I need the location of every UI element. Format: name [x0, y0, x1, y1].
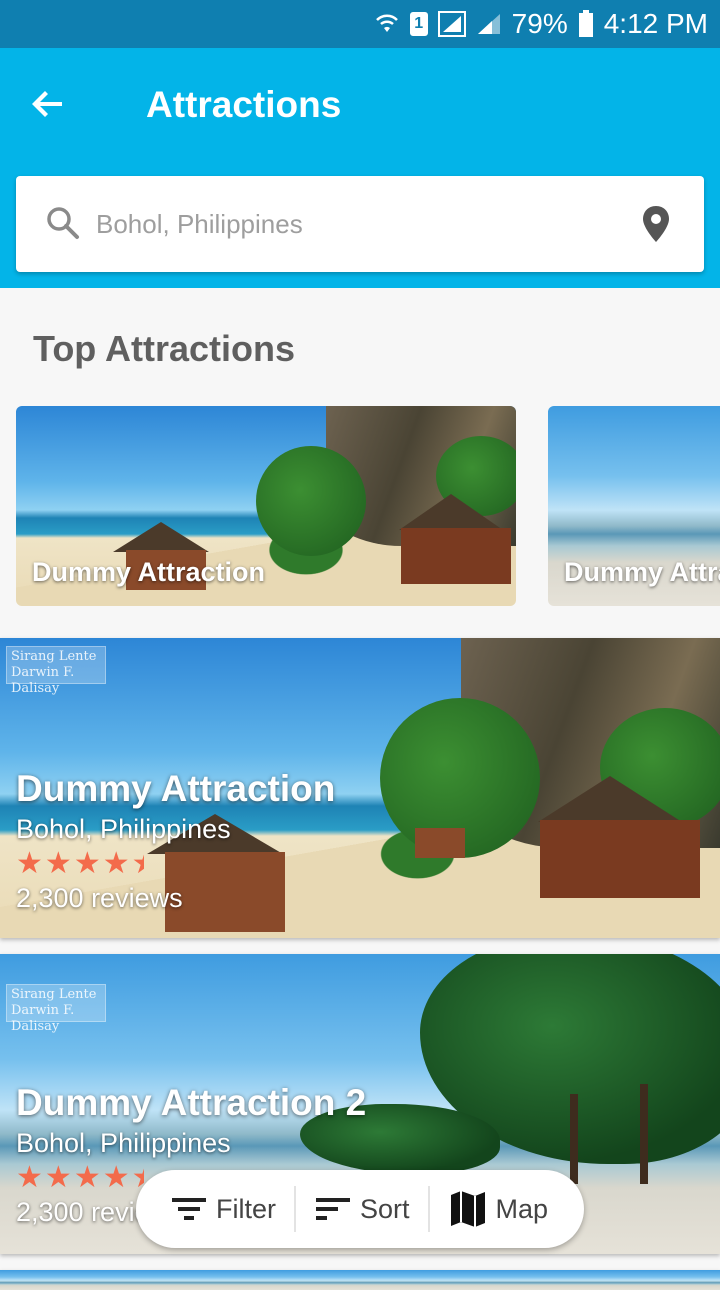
watermark: Sirang Lente Darwin F. Dalisay	[6, 646, 106, 696]
filter-button[interactable]: Filter	[172, 1184, 276, 1234]
hut	[540, 820, 700, 898]
filter-icon	[172, 1198, 206, 1220]
signal-icon	[437, 11, 466, 37]
tree-trunk	[640, 1084, 648, 1184]
clock: 4:12 PM	[603, 8, 708, 39]
back-button[interactable]	[26, 82, 70, 126]
map-label: Map	[495, 1193, 549, 1224]
sim-icon: 1	[409, 12, 428, 36]
star-icon: ★	[16, 847, 45, 880]
search-input[interactable]	[96, 202, 616, 246]
battery-icon	[578, 10, 594, 38]
top-attraction-label: Dummy Attraction	[32, 557, 266, 587]
map-icon	[450, 1191, 485, 1227]
top-attraction-label: Dummy Attraction	[564, 557, 720, 587]
card-title: Dummy Attraction 2	[16, 1082, 367, 1123]
half-star-icon: ★	[132, 847, 144, 881]
star-icon: ★	[44, 847, 74, 880]
watermark: Sirang Lente Darwin F. Dalisay	[6, 984, 106, 1034]
card-info: Dummy Attraction Bohol, Philippines ★★★★…	[16, 768, 335, 914]
wifi-icon	[374, 12, 400, 36]
search-box[interactable]	[16, 176, 704, 272]
attraction-card[interactable]	[0, 1270, 720, 1290]
card-title: Dummy Attraction	[16, 768, 336, 809]
star-icon: ★	[73, 847, 103, 880]
tree-trunk	[570, 1094, 578, 1184]
battery-percent: 79%	[511, 8, 568, 39]
star-icon: ★	[73, 1161, 103, 1194]
top-attraction-card[interactable]: Dummy Attraction	[16, 406, 516, 606]
star-icon: ★	[102, 847, 132, 880]
page-title: Attractions	[146, 84, 342, 125]
action-bar: Filter Sort Map	[136, 1170, 584, 1248]
signal-strength-icon	[476, 12, 502, 36]
hut-roof	[113, 522, 209, 552]
sort-icon	[316, 1198, 350, 1220]
star-icon: ★	[44, 1161, 74, 1194]
app-bar: Attractions	[0, 48, 720, 288]
divider	[427, 1186, 430, 1232]
status-bar: 1 79% 4:12 PM	[0, 0, 720, 48]
filter-label: Filter	[216, 1193, 276, 1224]
star-icon: ★	[16, 1161, 45, 1194]
star-icon: ★	[102, 1161, 132, 1194]
attraction-card[interactable]: Sirang Lente Darwin F. Dalisay Dummy Attr…	[0, 638, 720, 938]
search-icon	[47, 207, 79, 239]
hut	[415, 828, 465, 858]
card-reviews: 2,300 reviews	[16, 883, 183, 913]
divider	[294, 1186, 296, 1232]
card-location: Bohol, Philippines	[16, 814, 231, 844]
location-pin-icon[interactable]	[640, 204, 672, 244]
sort-button[interactable]: Sort	[316, 1184, 410, 1234]
card-location: Bohol, Philippines	[16, 1128, 231, 1158]
map-button[interactable]: Map	[450, 1184, 549, 1234]
top-attraction-card[interactable]: Dummy Attraction	[548, 406, 720, 606]
back-arrow-icon	[32, 91, 62, 117]
section-title-top-attractions: Top Attractions	[33, 328, 295, 369]
greenery	[256, 446, 366, 556]
star-rating: ★★★★★	[16, 847, 335, 881]
sort-label: Sort	[360, 1193, 410, 1224]
hut	[401, 528, 511, 584]
